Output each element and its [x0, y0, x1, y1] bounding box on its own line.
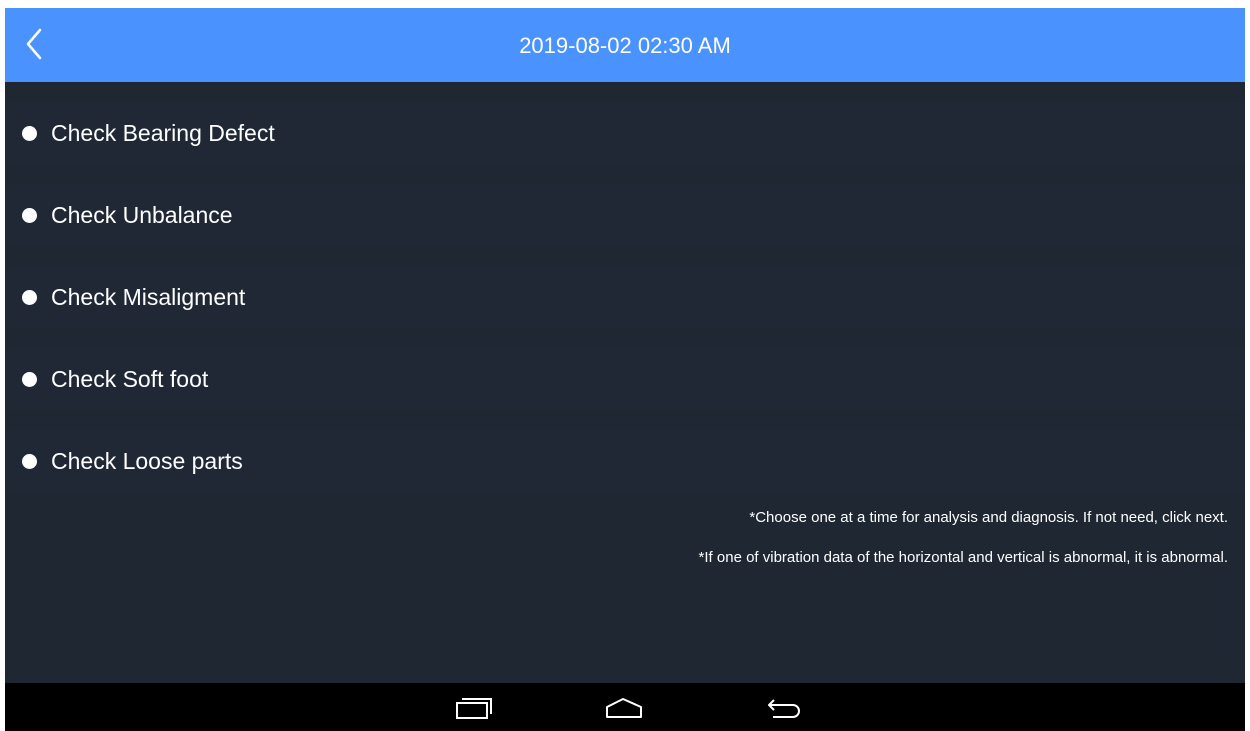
back-arrow-icon — [759, 691, 807, 727]
check-list: Check Bearing Defect Check Unbalance Che… — [5, 82, 1245, 492]
page-title: 2019-08-02 02:30 AM — [519, 33, 731, 58]
back-button[interactable] — [15, 24, 55, 64]
check-item-unbalance[interactable]: Check Unbalance — [5, 184, 1245, 246]
check-item-label: Check Misaligment — [51, 284, 246, 310]
check-item-bearing-defect[interactable]: Check Bearing Defect — [5, 102, 1245, 164]
nav-back-button[interactable] — [759, 691, 807, 727]
radio-dot-icon — [22, 126, 37, 141]
radio-dot-icon — [22, 208, 37, 223]
app-frame: 2019-08-02 02:30 AM Check Bearing Defect… — [0, 0, 1250, 731]
header-bar: 2019-08-02 02:30 AM — [5, 8, 1245, 82]
check-item-loose-parts[interactable]: Check Loose parts — [5, 430, 1245, 492]
screen: 2019-08-02 02:30 AM Check Bearing Defect… — [5, 8, 1245, 731]
recents-button[interactable] — [451, 691, 499, 727]
recents-icon — [451, 691, 499, 727]
radio-dot-icon — [22, 372, 37, 387]
check-item-label: Check Bearing Defect — [51, 120, 275, 146]
radio-dot-icon — [22, 290, 37, 305]
note-choose-one: *Choose one at a time for analysis and d… — [749, 509, 1228, 526]
check-item-label: Check Loose parts — [51, 448, 243, 474]
radio-dot-icon — [22, 454, 37, 469]
home-button[interactable] — [603, 691, 651, 727]
notes: *Choose one at a time for analysis and d… — [699, 508, 1228, 568]
home-icon — [603, 691, 651, 727]
check-item-soft-foot[interactable]: Check Soft foot — [5, 348, 1245, 410]
system-nav-bar — [5, 683, 1245, 731]
check-item-label: Check Soft foot — [51, 366, 209, 392]
check-item-misalignment[interactable]: Check Misaligment — [5, 266, 1245, 328]
note-abnormal: *If one of vibration data of the horizon… — [698, 549, 1228, 566]
check-item-label: Check Unbalance — [51, 202, 233, 228]
chevron-left-icon — [15, 24, 55, 64]
